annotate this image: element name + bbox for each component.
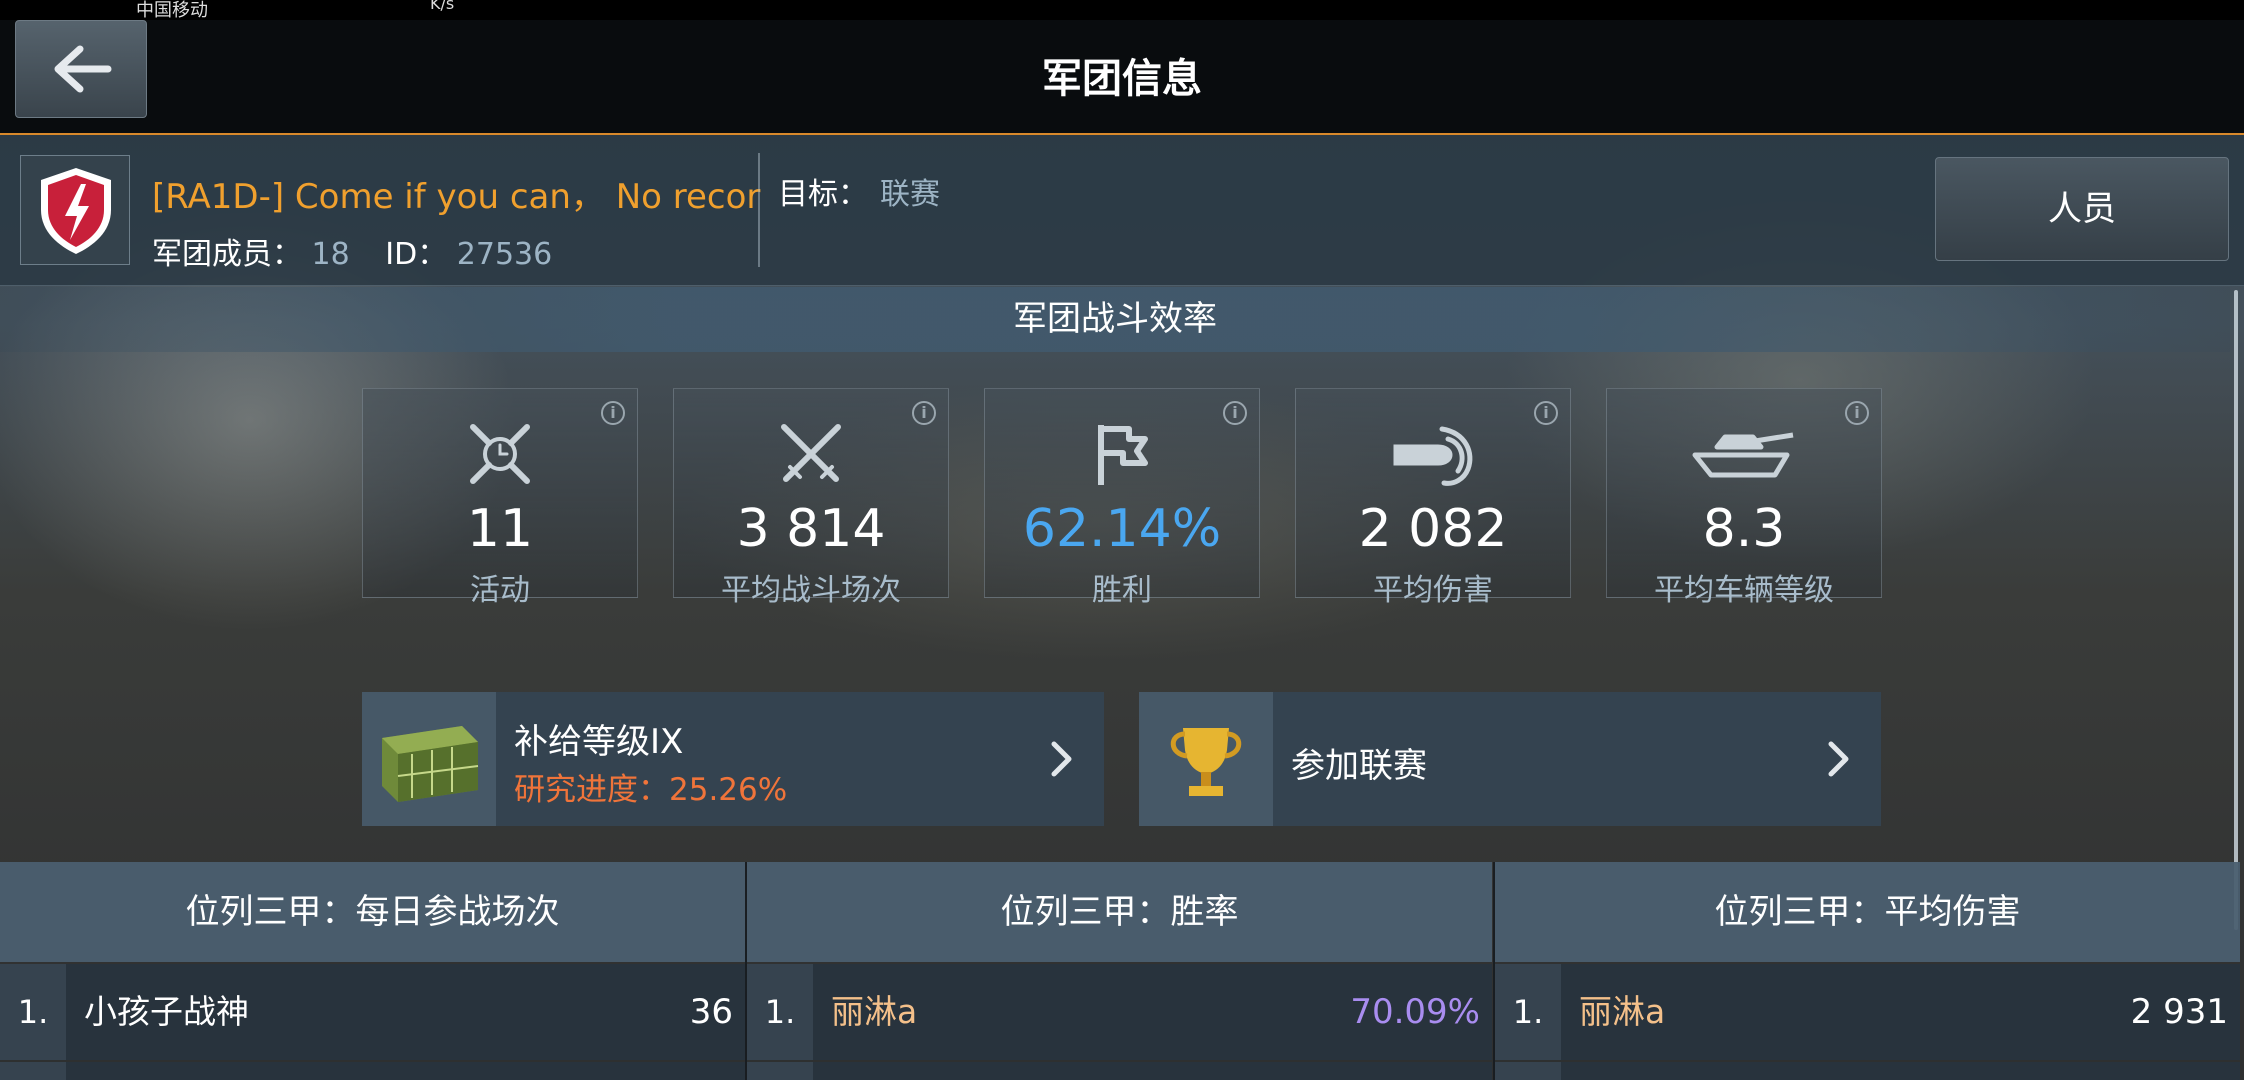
leaderboard-row[interactable]: 1. 丽淋a 70.09%: [747, 964, 1492, 1060]
supply-progress: 研究进度：25.26%: [514, 772, 788, 808]
league-title: 参加联赛: [1291, 746, 1427, 786]
leaderboard-title: 位列三甲：平均伤害: [1495, 862, 2240, 962]
shell-damage-icon: [1393, 426, 1473, 486]
supply-title: 补给等级IX: [514, 722, 684, 762]
activity-clock-icon: [470, 424, 530, 484]
player-name: 丽淋a: [1579, 992, 1666, 1031]
tank-icon: [1692, 432, 1794, 478]
leaderboard-row[interactable]: 1. 小孩子战神 36: [0, 964, 745, 1060]
clan-id: 27536: [456, 237, 553, 272]
clan-info-bar: [RA1D-] Come if you can， No recor 军团成员： …: [0, 135, 2244, 286]
join-league-button[interactable]: 参加联赛: [1139, 692, 1881, 826]
stat-value: 2 082: [1358, 499, 1508, 559]
supply-level-button[interactable]: 补给等级IX 研究进度：25.26%: [362, 692, 1104, 826]
id-label: ID：: [385, 237, 448, 272]
supply-crate-icon: [382, 726, 479, 802]
top-bar: 军团信息: [0, 20, 2244, 135]
chevron-right-icon: [1828, 741, 1849, 777]
members-row: 军团成员： 18 ID： 27536: [152, 229, 552, 273]
lightning-shield-icon: [41, 168, 111, 254]
status-bar: 中国移动 K/s: [0, 0, 2244, 21]
stat-value: 8.3: [1702, 499, 1786, 559]
stat-card-damage[interactable]: i 2 082 平均伤害: [1295, 388, 1571, 608]
stat-value: 62.14%: [1022, 499, 1222, 559]
members-label: 军团成员：: [152, 237, 302, 272]
stat-label: 活动: [470, 573, 530, 608]
leaderboard-row[interactable]: [0, 1062, 745, 1080]
rank-number: 1.: [747, 964, 813, 1060]
stat-label: 平均战斗场次: [721, 573, 901, 608]
chevron-right-icon: [1051, 741, 1072, 777]
section-title: 军团战斗效率: [0, 287, 2230, 352]
player-score: 36: [689, 992, 733, 1032]
rank-number: 1.: [1495, 964, 1561, 1060]
stat-value: 11: [466, 499, 534, 559]
player-score: 2 931: [2130, 992, 2228, 1032]
leaderboard-win-rate: 位列三甲：胜率 1. 丽淋a 70.09%: [747, 862, 1492, 1080]
goal-label: 目标：: [778, 177, 868, 212]
trophy-icon: [1170, 728, 1242, 796]
leaderboard-row[interactable]: [1495, 1062, 2240, 1080]
stat-label: 平均伤害: [1373, 573, 1493, 608]
flag-icon: [1098, 425, 1148, 485]
stat-label: 胜利: [1092, 573, 1152, 608]
goal-value: 联赛: [880, 177, 940, 212]
stat-card-tier[interactable]: i 8.3 平均车辆等级: [1606, 388, 1882, 608]
rank-number: 1.: [0, 964, 66, 1060]
divider: [758, 153, 760, 267]
leaderboard-avg-damage: 位列三甲：平均伤害 1. 丽淋a 2 931: [1495, 862, 2240, 1080]
goal-row: 目标： 联赛: [778, 169, 940, 213]
page-title: 军团信息: [1042, 56, 1202, 102]
player-name: 丽淋a: [831, 992, 918, 1031]
leaderboard-title: 位列三甲：胜率: [747, 862, 1492, 962]
network-speed: K/s: [430, 0, 455, 13]
members-button[interactable]: 人员: [1935, 157, 2229, 261]
supply-crate-image: [362, 692, 496, 826]
player-score: 70.09%: [1350, 992, 1480, 1032]
scrollbar[interactable]: [2234, 290, 2238, 930]
carrier-label: 中国移动: [136, 0, 208, 21]
leaderboard-row[interactable]: [747, 1062, 1492, 1080]
leaderboard-daily-battles: 位列三甲：每日参战场次 1. 小孩子战神 36: [0, 862, 745, 1080]
leaderboard-row[interactable]: 1. 丽淋a 2 931: [1495, 964, 2240, 1060]
stat-label: 平均车辆等级: [1654, 573, 1834, 608]
stat-card-activity[interactable]: i 11 活动: [362, 388, 638, 608]
clan-emblem: [20, 155, 130, 265]
stat-value: 3 814: [736, 499, 886, 559]
stat-card-battles[interactable]: i 3 814 平均战斗场次: [673, 388, 949, 608]
members-count: 18: [311, 237, 350, 272]
trophy-image: [1139, 692, 1273, 826]
crossed-swords-icon: [781, 424, 841, 482]
clan-name: [RA1D-] Come if you can， No recor: [152, 177, 761, 217]
player-name: 小孩子战神: [84, 992, 249, 1031]
leaderboard-title: 位列三甲：每日参战场次: [0, 862, 745, 962]
stat-card-wins[interactable]: i 62.14% 胜利: [984, 388, 1260, 608]
